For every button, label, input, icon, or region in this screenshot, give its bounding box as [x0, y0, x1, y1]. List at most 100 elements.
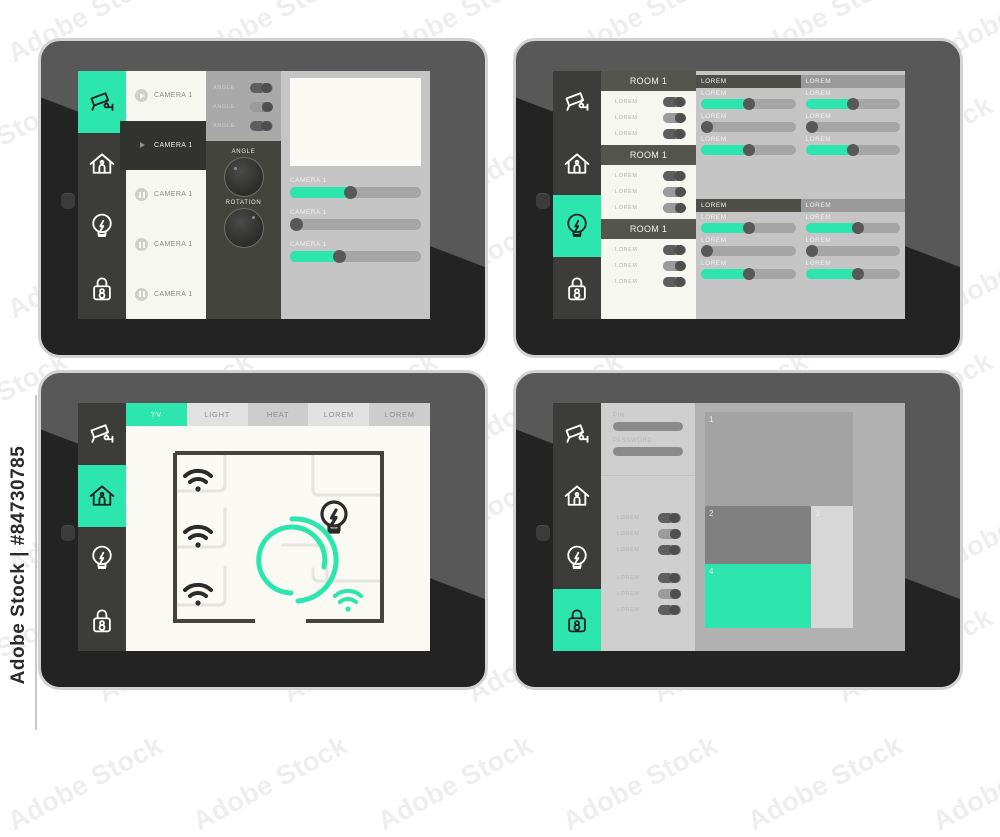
angle-toggle-row[interactable]: ANGLE — [206, 116, 281, 135]
room-header[interactable]: ROOM 1 — [601, 219, 696, 239]
room-toggle-row[interactable]: LOREM — [601, 110, 696, 126]
sidebar-item-home[interactable] — [78, 465, 126, 527]
group-slider[interactable] — [805, 144, 900, 156]
sidebar-item-security[interactable] — [78, 257, 126, 319]
room-toggle[interactable] — [663, 261, 686, 271]
group-slider[interactable] — [701, 121, 796, 133]
group-slider[interactable] — [701, 268, 796, 280]
sidebar-item-security[interactable] — [553, 257, 601, 319]
camera-slider[interactable] — [290, 218, 421, 231]
camera-list-item[interactable]: CAMERA 1 — [126, 269, 206, 319]
password-input[interactable] — [613, 447, 683, 456]
tab-heat[interactable]: HEAT — [247, 403, 309, 426]
room-toggle[interactable] — [663, 245, 686, 255]
security-toggle[interactable] — [658, 588, 681, 599]
angle-toggle-row[interactable]: ANGLE — [206, 78, 281, 97]
home-button[interactable] — [536, 525, 550, 541]
group-slider[interactable] — [805, 98, 900, 110]
tab-tv[interactable]: TV — [126, 403, 187, 426]
sidebar-item-camera[interactable] — [553, 71, 601, 133]
sidebar-item-light[interactable] — [553, 195, 601, 257]
room-toggle-row[interactable]: LOREM — [601, 258, 696, 274]
camera-slider[interactable] — [290, 250, 421, 263]
tab-lorem-2[interactable]: LOREM — [369, 403, 430, 426]
security-toggle-row[interactable]: LOREM — [601, 602, 695, 618]
tab-light[interactable]: LIGHT — [186, 403, 248, 426]
room-header[interactable]: ROOM 1 — [601, 145, 696, 165]
group-slider[interactable] — [701, 144, 796, 156]
pause-icon[interactable] — [135, 238, 148, 252]
camera-list-item[interactable]: CAMERA 1 — [126, 71, 206, 121]
sidebar-item-light[interactable] — [553, 527, 601, 589]
rotation-knob[interactable] — [223, 208, 264, 248]
room-toggle-row[interactable]: LOREM — [601, 184, 696, 200]
home-button[interactable] — [61, 525, 75, 541]
sidebar-item-home[interactable] — [553, 465, 601, 527]
security-toggle[interactable] — [658, 604, 681, 615]
room-toggle[interactable] — [663, 203, 686, 213]
pause-icon[interactable] — [135, 287, 148, 301]
angle-toggle-row[interactable]: ANGLE — [206, 97, 281, 116]
angle-toggle[interactable] — [250, 101, 273, 112]
group-header[interactable]: LOREM — [696, 199, 801, 212]
floorplan-diagram[interactable] — [171, 449, 386, 629]
room-toggle[interactable] — [663, 277, 686, 287]
security-toggle[interactable] — [658, 528, 681, 539]
sidebar-item-light[interactable] — [78, 195, 126, 257]
group-slider[interactable] — [701, 98, 796, 110]
security-toggle-row[interactable]: LOREM — [601, 586, 695, 602]
group-slider[interactable] — [805, 121, 900, 133]
angle-knob[interactable] — [223, 157, 264, 197]
camera-list-item[interactable]: CAMERA 1 — [126, 170, 206, 220]
sidebar-item-camera[interactable] — [78, 71, 126, 133]
room-toggle-row[interactable]: LOREM — [601, 274, 696, 290]
security-toggle-row[interactable]: LOREM — [601, 570, 695, 586]
room-header[interactable]: ROOM 1 — [601, 71, 696, 91]
security-toggle[interactable] — [658, 512, 681, 523]
camera-list-item[interactable]: CAMERA 1 — [126, 220, 206, 270]
group-header[interactable]: LOREM — [696, 75, 801, 88]
room-toggle[interactable] — [663, 97, 686, 107]
room-toggle-row[interactable]: LOREM — [601, 94, 696, 110]
room-toggle-row[interactable]: LOREM — [601, 200, 696, 216]
angle-toggle[interactable] — [250, 82, 273, 93]
sidebar-item-security[interactable] — [553, 589, 601, 651]
sidebar-item-camera[interactable] — [78, 403, 126, 465]
pause-icon[interactable] — [135, 188, 148, 202]
group-header[interactable]: LOREM — [800, 75, 905, 88]
home-button[interactable] — [61, 193, 75, 209]
group-header[interactable]: LOREM — [800, 199, 905, 212]
security-toggle-row[interactable]: LOREM — [601, 510, 695, 526]
play-icon[interactable] — [135, 89, 148, 103]
room-toggle[interactable] — [663, 187, 686, 197]
sidebar-item-camera[interactable] — [553, 403, 601, 465]
tab-lorem-1[interactable]: LOREM — [308, 403, 370, 426]
group-slider[interactable] — [805, 222, 900, 234]
camera-block-1[interactable]: 1 — [705, 412, 854, 507]
room-toggle-row[interactable]: LOREM — [601, 126, 696, 142]
camera-block-2[interactable]: 2 — [705, 506, 812, 564]
home-button[interactable] — [536, 193, 550, 209]
room-toggle[interactable] — [663, 129, 686, 139]
camera-block-3[interactable]: 3 — [811, 506, 854, 629]
security-toggle[interactable] — [658, 572, 681, 583]
room-toggle[interactable] — [663, 113, 686, 123]
security-toggle-row[interactable]: LOREM — [601, 526, 695, 542]
security-toggle[interactable] — [658, 544, 681, 555]
group-slider[interactable] — [805, 245, 900, 257]
security-toggle-row[interactable]: LOREM — [601, 542, 695, 558]
group-slider[interactable] — [701, 222, 796, 234]
sidebar-item-light[interactable] — [78, 527, 126, 589]
sidebar-item-security[interactable] — [78, 589, 126, 651]
camera-preview[interactable] — [290, 78, 421, 166]
camera-block-4[interactable]: 4 — [705, 563, 812, 629]
room-toggle-row[interactable]: LOREM — [601, 242, 696, 258]
room-toggle-row[interactable]: LOREM — [601, 168, 696, 184]
play-icon[interactable] — [135, 139, 148, 152]
room-toggle[interactable] — [663, 171, 686, 181]
sidebar-item-home[interactable] — [553, 133, 601, 195]
pin-input[interactable] — [613, 422, 683, 431]
group-slider[interactable] — [805, 268, 900, 280]
angle-toggle[interactable] — [250, 120, 273, 131]
camera-slider[interactable] — [290, 186, 421, 199]
